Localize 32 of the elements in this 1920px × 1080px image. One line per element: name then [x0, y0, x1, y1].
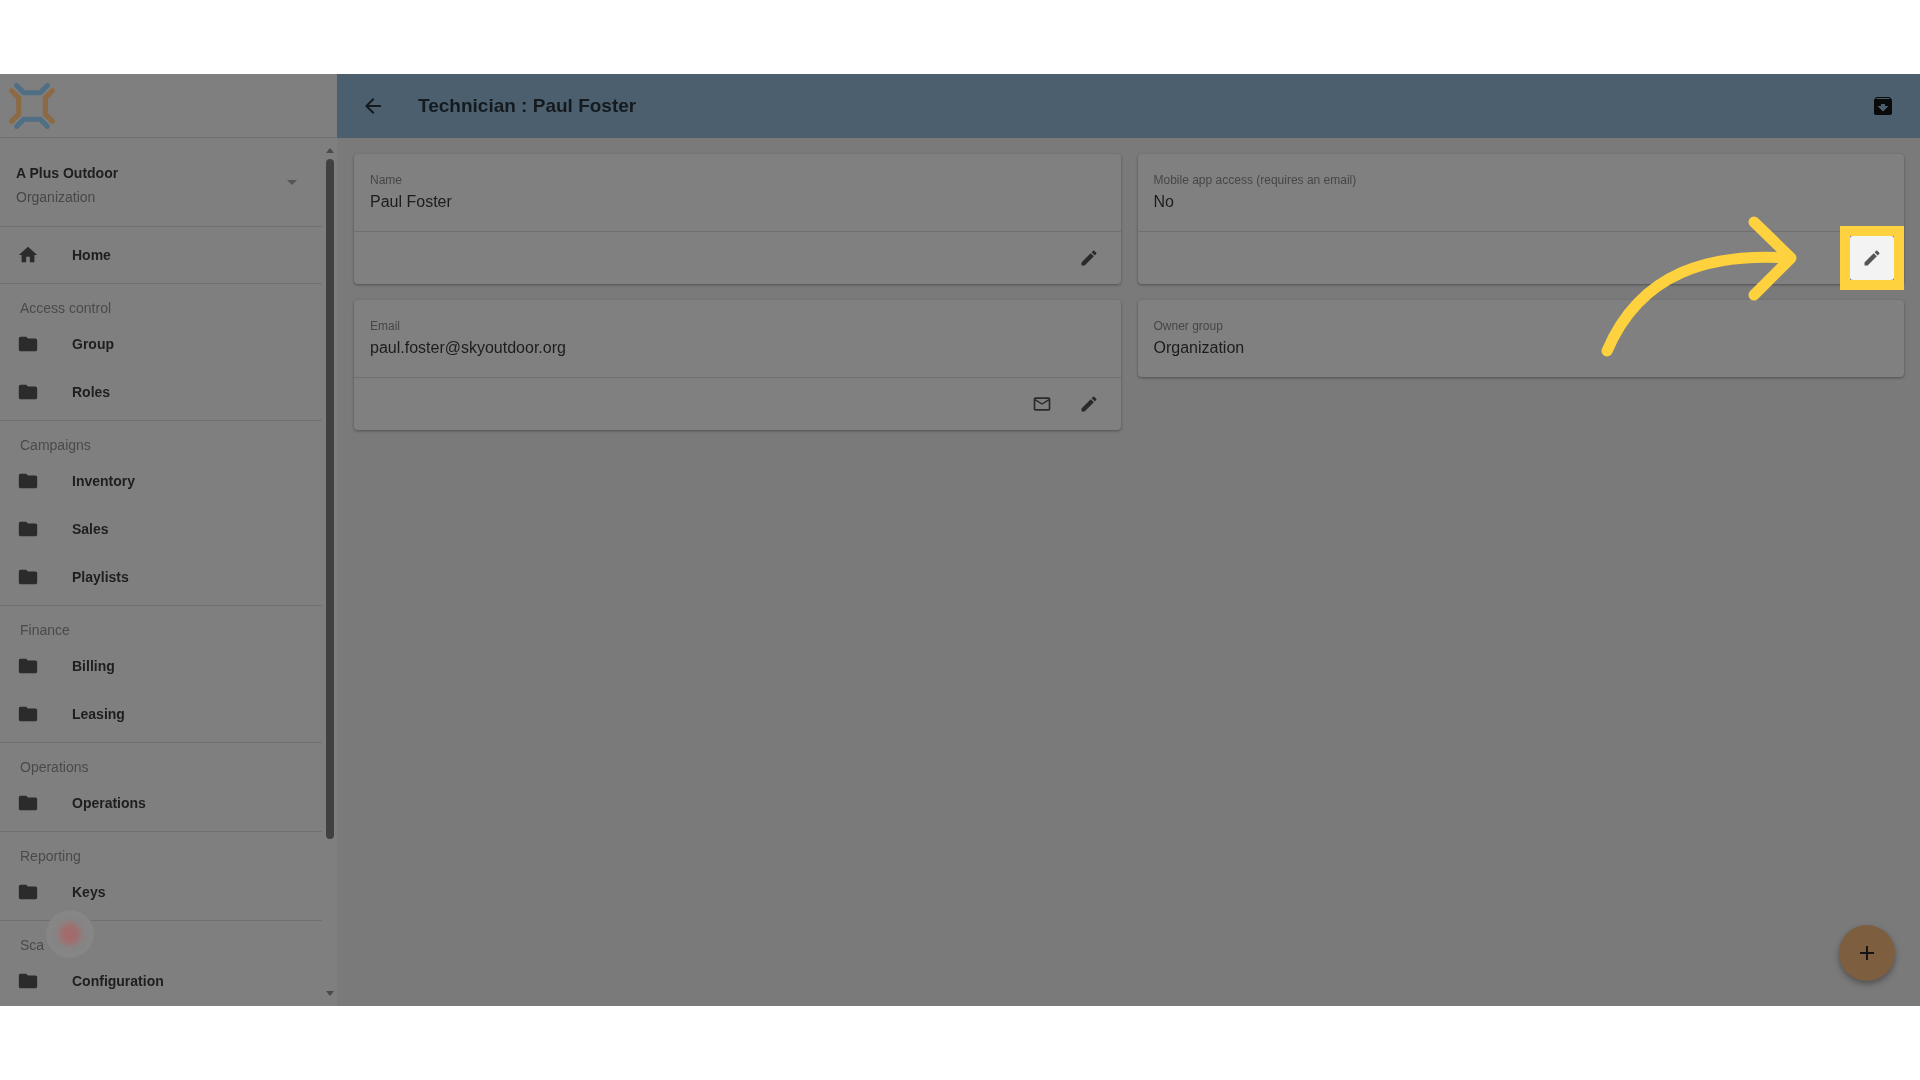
- field-value: Paul Foster: [370, 192, 452, 212]
- organization-name: A Plus Outdoor: [16, 164, 119, 183]
- field-label: Email: [370, 318, 400, 334]
- nav-item[interactable]: Leasing: [0, 690, 322, 738]
- archive-icon: [1871, 94, 1895, 118]
- archive-button[interactable]: [1871, 94, 1895, 118]
- nav-item[interactable]: Roles: [0, 368, 322, 416]
- nav-item[interactable]: Billing: [0, 642, 322, 690]
- nav-item[interactable]: Home: [0, 227, 322, 283]
- envelope-icon: [1031, 394, 1052, 414]
- page-title: Technician : Paul Foster: [418, 93, 637, 118]
- nav-item[interactable]: Sales: [0, 505, 322, 553]
- organization-type: Organization: [16, 188, 96, 207]
- field-label: Mobile app access (requires an email): [1153, 172, 1357, 188]
- field-value: Organization: [1153, 338, 1245, 358]
- nav-item[interactable]: Inventory: [0, 457, 322, 505]
- scrollbar-thumb[interactable]: [325, 159, 334, 839]
- edit-button[interactable]: [1850, 236, 1894, 280]
- nav-item[interactable]: Group: [0, 320, 322, 368]
- pencil-icon: [1862, 248, 1882, 268]
- nav-item[interactable]: Operations: [0, 779, 322, 827]
- field-label: Name: [370, 172, 402, 188]
- nav-item[interactable]: Playlists: [0, 553, 322, 601]
- scroll-up-icon[interactable]: [325, 148, 334, 153]
- field-value: No: [1153, 192, 1174, 212]
- logo-icon: [9, 82, 55, 129]
- add-button[interactable]: [1839, 925, 1895, 981]
- scroll-down-icon[interactable]: [325, 991, 334, 996]
- field-value: paul.foster@skyoutdoor.org: [370, 338, 566, 358]
- nav-item[interactable]: Configuration: [0, 957, 322, 1005]
- nav-item[interactable]: Keys: [0, 868, 322, 916]
- field-label: Owner group: [1153, 318, 1223, 334]
